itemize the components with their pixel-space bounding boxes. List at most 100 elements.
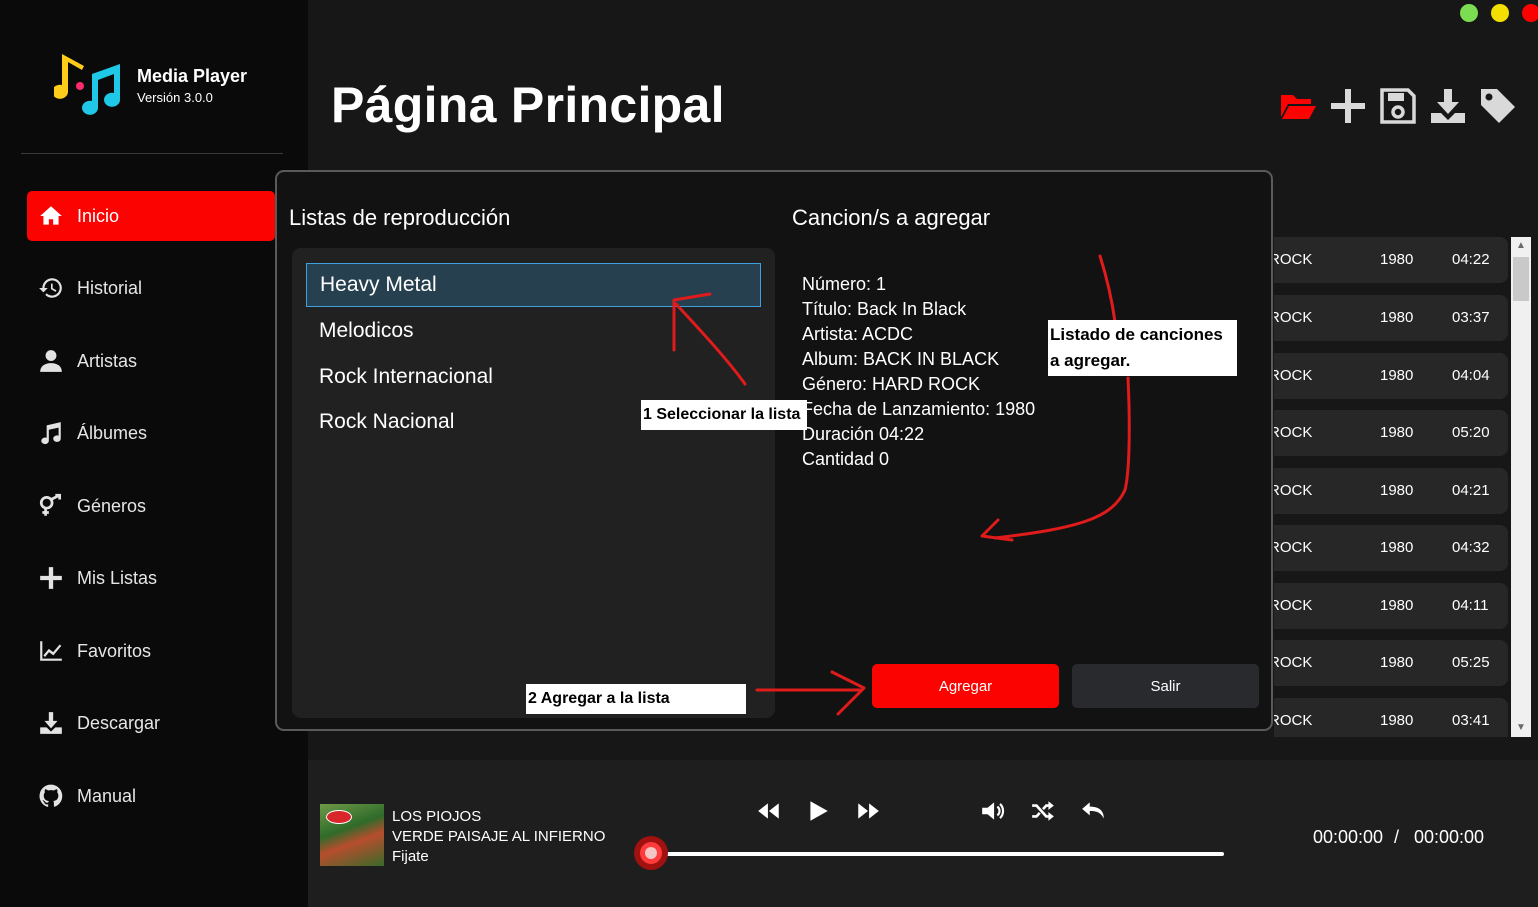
annotation-songs-note: Listado de canciones a agregar. xyxy=(1048,320,1237,376)
fast-forward-icon[interactable] xyxy=(855,798,881,824)
sidebar-item-label: Mis Listas xyxy=(77,567,158,588)
repeat-icon[interactable] xyxy=(1080,798,1106,824)
cell-duration: 04:21 xyxy=(1452,482,1490,499)
user-icon xyxy=(38,348,64,374)
close-button[interactable] xyxy=(1522,4,1538,22)
sidebar-item-label: Descargar xyxy=(77,712,161,733)
add-button[interactable]: Agregar xyxy=(872,664,1059,708)
cell-year: 1980 xyxy=(1380,482,1414,499)
detail-genre: Género: HARD ROCK xyxy=(802,374,981,394)
progress-track[interactable] xyxy=(648,852,1224,856)
minimize-button[interactable] xyxy=(1460,4,1478,22)
sidebar-item-label: Álbumes xyxy=(77,422,148,443)
scroll-thumb[interactable] xyxy=(1513,257,1529,301)
add-icon[interactable] xyxy=(1329,86,1367,126)
time-separator: / xyxy=(1394,827,1400,847)
home-icon xyxy=(38,203,64,229)
sidebar: Media Player Versión 3.0.0 Inicio Histor… xyxy=(0,0,308,907)
toolbar xyxy=(1279,86,1517,126)
table-row[interactable]: ROCK 1980 04:21 xyxy=(1274,468,1508,514)
cell-duration: 05:25 xyxy=(1452,654,1490,671)
cell-genre: ROCK xyxy=(1274,539,1313,556)
cell-year: 1980 xyxy=(1380,309,1414,326)
annotation-songs-note-line1: Listado de canciones xyxy=(1050,325,1223,344)
sidebar-item-historial[interactable]: Historial xyxy=(27,263,275,313)
plus-icon xyxy=(38,565,64,591)
detail-quantity: Cantidad 0 xyxy=(802,449,890,469)
app-window: Media Player Versión 3.0.0 Inicio Histor… xyxy=(0,0,1538,907)
sidebar-item-inicio[interactable]: Inicio xyxy=(27,191,275,241)
playlist-item[interactable]: Heavy Metal xyxy=(306,263,761,307)
tag-icon[interactable] xyxy=(1479,86,1517,126)
album-cover[interactable] xyxy=(320,804,384,866)
add-to-playlist-dialog: Listas de reproducción Cancion/s a agreg… xyxy=(275,170,1273,731)
sidebar-divider xyxy=(21,153,283,154)
shuffle-icon[interactable] xyxy=(1030,798,1056,824)
player-track: Fijate xyxy=(392,848,429,865)
table-row[interactable]: ROCK 1980 03:41 xyxy=(1274,698,1508,737)
rewind-icon[interactable] xyxy=(756,798,782,824)
folder-open-icon[interactable] xyxy=(1279,86,1317,126)
cell-duration: 04:04 xyxy=(1452,367,1490,384)
sidebar-item-albumes[interactable]: Álbumes xyxy=(27,408,275,458)
table-row[interactable]: ROCK 1980 04:11 xyxy=(1274,583,1508,629)
playlists-title: Listas de reproducción xyxy=(289,205,511,230)
scrollbar[interactable]: ▲ ▼ xyxy=(1511,237,1531,737)
album-cover-logo xyxy=(326,810,352,824)
scroll-up-icon[interactable]: ▲ xyxy=(1511,237,1531,255)
detail-number: Número: 1 xyxy=(802,274,887,294)
cell-genre: ROCK xyxy=(1274,309,1313,326)
songs-table: ROCK 1980 04:22 ROCK 1980 03:37 ROCK 198… xyxy=(1274,237,1510,737)
sidebar-item-favoritos[interactable]: Favoritos xyxy=(27,626,275,676)
maximize-button[interactable] xyxy=(1491,4,1509,22)
app-name: Media Player xyxy=(137,66,248,86)
cell-genre: ROCK xyxy=(1274,597,1313,614)
total-time: 00:00:00 xyxy=(1414,827,1485,847)
sidebar-item-label: Inicio xyxy=(77,205,120,226)
play-icon[interactable] xyxy=(805,798,831,824)
detail-title: Título: Back In Black xyxy=(802,299,967,319)
cell-year: 1980 xyxy=(1380,712,1414,729)
cell-genre: ROCK xyxy=(1274,712,1313,729)
sidebar-item-manual[interactable]: Manual xyxy=(27,771,275,821)
progress-knob[interactable] xyxy=(634,836,668,870)
page-title: Página Principal xyxy=(331,77,725,133)
table-row[interactable]: ROCK 1980 05:20 xyxy=(1274,410,1508,456)
playlist-item[interactable]: Rock Internacional xyxy=(306,355,761,399)
scroll-down-icon[interactable]: ▼ xyxy=(1511,719,1531,737)
annotation-songs-note-line2: a agregar. xyxy=(1050,351,1131,370)
sidebar-item-descargar[interactable]: Descargar xyxy=(27,698,275,748)
sidebar-item-label: Historial xyxy=(77,277,143,298)
table-row[interactable]: ROCK 1980 04:32 xyxy=(1274,525,1508,571)
cell-genre: ROCK xyxy=(1274,482,1313,499)
sidebar-item-mis-listas[interactable]: Mis Listas xyxy=(27,553,275,603)
table-row[interactable]: ROCK 1980 03:37 xyxy=(1274,295,1508,341)
save-icon[interactable] xyxy=(1379,86,1417,126)
exit-button[interactable]: Salir xyxy=(1072,664,1259,708)
cell-year: 1980 xyxy=(1380,597,1414,614)
cell-year: 1980 xyxy=(1380,367,1414,384)
sidebar-item-label: Géneros xyxy=(77,495,147,516)
table-row[interactable]: ROCK 1980 04:04 xyxy=(1274,353,1508,399)
volume-icon[interactable] xyxy=(980,798,1006,824)
sidebar-item-artistas[interactable]: Artistas xyxy=(27,336,275,386)
table-row[interactable]: ROCK 1980 05:25 xyxy=(1274,640,1508,686)
cell-duration: 04:22 xyxy=(1452,251,1490,268)
music-note-icon xyxy=(38,420,64,446)
cell-duration: 05:20 xyxy=(1452,424,1490,441)
sidebar-item-label: Artistas xyxy=(77,350,138,371)
history-icon xyxy=(38,275,64,301)
app-version: Versión 3.0.0 xyxy=(137,90,213,105)
sidebar-item-generos[interactable]: Géneros xyxy=(27,481,275,531)
playlist-item[interactable]: Melodicos xyxy=(306,309,761,353)
cell-year: 1980 xyxy=(1380,654,1414,671)
cell-duration: 03:41 xyxy=(1452,712,1490,729)
cell-year: 1980 xyxy=(1380,539,1414,556)
table-row[interactable]: ROCK 1980 04:22 xyxy=(1274,237,1508,283)
player-album: VERDE PAISAJE AL INFIERNO xyxy=(392,828,606,845)
download-icon[interactable] xyxy=(1429,86,1467,126)
annotation-step1: 1 Seleccionar la lista xyxy=(641,400,807,430)
detail-artist: Artista: ACDC xyxy=(802,324,914,344)
detail-duration: Duración 04:22 xyxy=(802,424,925,444)
chart-line-icon xyxy=(38,638,64,664)
